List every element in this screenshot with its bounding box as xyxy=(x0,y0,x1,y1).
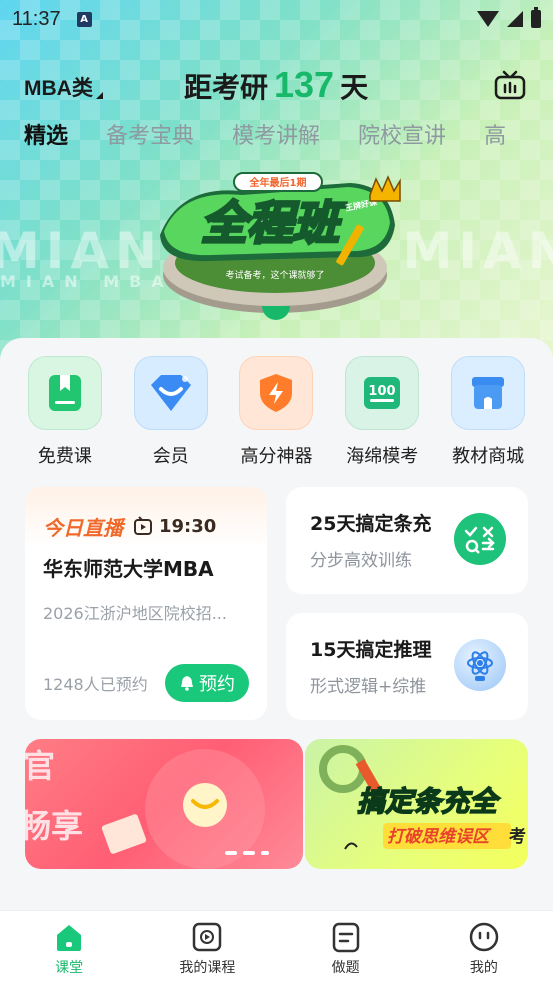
bookmark-book-icon xyxy=(27,356,102,430)
quick-link-mock-exam[interactable]: 100 海绵模考 xyxy=(337,356,427,468)
status-time: 11:37 xyxy=(12,7,61,30)
live-broadcast-card[interactable]: 今日直播 19:30 华东师范大学MBA 2026江浙沪地区院校招... 124… xyxy=(25,487,267,720)
course-card-sufficiency[interactable]: 25天搞定条充 分步高效训练 xyxy=(286,487,528,594)
promo-banner-left[interactable]: 官 畅享 xyxy=(25,739,303,869)
nav-label: 我的课程 xyxy=(179,960,236,976)
status-bar: 11:37 A xyxy=(0,0,553,38)
signal-icon xyxy=(507,11,523,27)
tab-featured[interactable]: 精选 xyxy=(24,118,69,150)
vip-diamond-icon xyxy=(133,356,208,430)
tab-mock-exam[interactable]: 模考讲解 xyxy=(232,118,320,150)
live-title: 华东师范大学MBA xyxy=(43,557,214,581)
live-tv-icon[interactable] xyxy=(494,70,526,100)
reservation-count: 1248人已预约 xyxy=(43,675,148,694)
banner-subtitle: 考试备考，这个课就够了 xyxy=(225,269,324,281)
lightning-shield-icon xyxy=(239,356,314,430)
quick-link-label: 教材商城 xyxy=(452,446,525,467)
video-clock-icon xyxy=(134,516,152,535)
live-footer: 1248人已预约 预约 xyxy=(43,664,249,702)
live-tag: 今日直播 xyxy=(43,515,123,540)
live-time-text: 19:30 xyxy=(159,515,217,537)
exercise-doc-icon xyxy=(332,922,359,953)
svg-text:100: 100 xyxy=(369,384,396,399)
check-cross-icon xyxy=(454,513,506,565)
bottom-navigation: 课堂 我的课程 做题 我的 xyxy=(0,910,553,984)
store-icon xyxy=(451,356,526,430)
countdown-days: 137 xyxy=(274,64,335,105)
category-label: MBA类 xyxy=(24,77,93,100)
live-subtitle: 2026江浙沪地区院校招... xyxy=(43,604,227,623)
reserve-button-label: 预约 xyxy=(199,674,235,695)
play-course-icon xyxy=(193,922,222,952)
reserve-button[interactable]: 预约 xyxy=(165,664,249,702)
quick-link-label: 高分神器 xyxy=(240,446,313,467)
promo-right-extra: 考 xyxy=(508,826,526,847)
quick-link-label: 会员 xyxy=(152,446,189,467)
nav-label: 我的 xyxy=(469,960,498,976)
atom-bulb-icon xyxy=(454,639,506,691)
category-selector[interactable]: MBA类 xyxy=(24,72,103,102)
promo-right-title: 搞定条充全 xyxy=(357,785,501,818)
promo-left-text1: 官 xyxy=(25,747,55,785)
nav-profile[interactable]: 我的 xyxy=(424,911,544,984)
battery-icon xyxy=(531,7,541,28)
profile-face-icon xyxy=(469,922,499,952)
home-icon xyxy=(57,925,82,951)
nav-exercises[interactable]: 做题 xyxy=(286,911,406,984)
notification-badge-icon: A xyxy=(76,11,92,27)
nav-label: 课堂 xyxy=(55,960,84,976)
top-header: MBA类 距考研 137 天 xyxy=(0,62,553,110)
countdown-prefix: 距考研 xyxy=(184,71,269,104)
banner-title: 全程班 xyxy=(201,196,347,250)
promo-left-text2: 畅享 xyxy=(25,807,83,845)
live-card-header: 今日直播 19:30 xyxy=(25,487,267,547)
exam-countdown: 距考研 137 天 xyxy=(184,64,368,106)
nav-my-courses[interactable]: 我的课程 xyxy=(147,911,267,984)
quick-link-membership[interactable]: 会员 xyxy=(126,356,216,468)
score-100-icon: 100 xyxy=(345,356,420,430)
quick-link-label: 海绵模考 xyxy=(346,446,419,467)
full-course-banner[interactable]: 全程班 全年最后1期 王牌好课 考试备考，这个课就够了 xyxy=(150,165,410,325)
quick-link-free-course[interactable]: 免费课 xyxy=(20,356,110,468)
quick-link-score-booster[interactable]: 高分神器 xyxy=(231,356,321,468)
promo-banner-right[interactable]: 搞定条充全 打破思维误区 考 xyxy=(305,739,528,869)
category-tabs: 精选 备考宝典 模考讲解 院校宣讲 高 xyxy=(24,118,544,150)
bell-icon xyxy=(181,676,193,691)
tab-more[interactable]: 高 xyxy=(484,118,506,150)
quick-links: 免费课 会员 高分神器 100 海绵模考 教材商城 xyxy=(0,356,553,468)
promo-right-subtitle: 打破思维误区 xyxy=(387,827,492,847)
tab-prep-guide[interactable]: 备考宝典 xyxy=(106,118,194,150)
live-time: 19:30 xyxy=(133,516,216,537)
wifi-icon xyxy=(477,11,499,27)
dropdown-corner-icon xyxy=(95,92,103,99)
countdown-suffix: 天 xyxy=(340,71,369,104)
tab-school-talks[interactable]: 院校宣讲 xyxy=(358,118,446,150)
course-card-reasoning[interactable]: 15天搞定推理 形式逻辑+综推 xyxy=(286,613,528,720)
quick-link-label: 免费课 xyxy=(37,446,92,467)
banner-ribbon: 全年最后1期 xyxy=(249,176,307,189)
nav-classroom[interactable]: 课堂 xyxy=(9,911,129,984)
nav-label: 做题 xyxy=(331,960,360,976)
quick-link-bookstore[interactable]: 教材商城 xyxy=(443,356,533,468)
